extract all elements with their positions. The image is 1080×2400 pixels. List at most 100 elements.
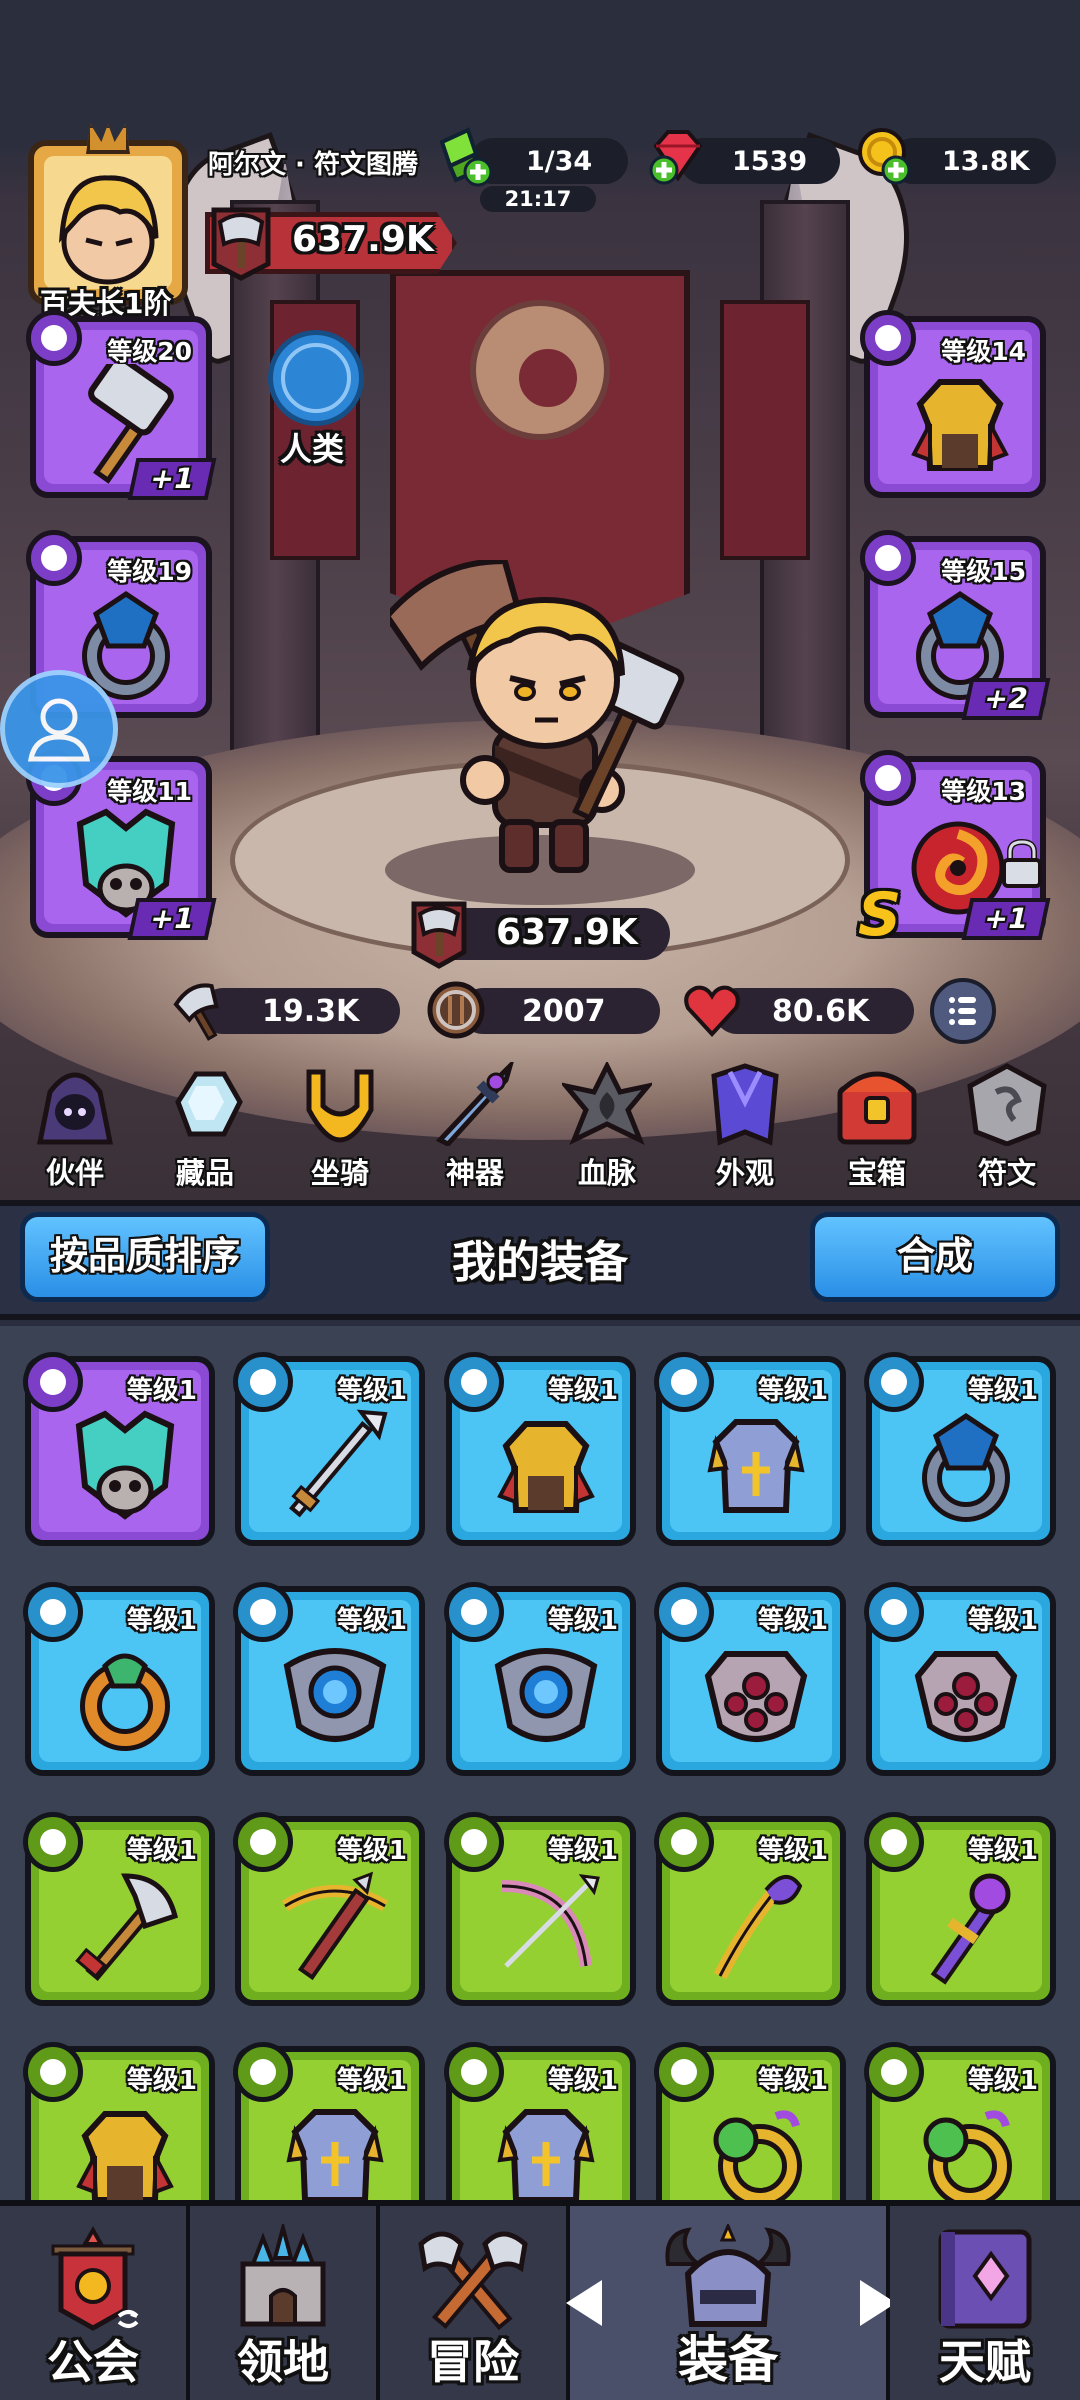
staff-icon xyxy=(713,1875,803,1980)
inventory-item[interactable]: 等级1 xyxy=(864,1582,1056,1776)
crossbow-icon xyxy=(281,1871,389,1981)
slot-level: 等级11 xyxy=(107,777,192,806)
item-type-icon xyxy=(23,2042,83,2102)
inventory-item[interactable]: 等级1 xyxy=(233,1812,425,2006)
inventory-item[interactable]: 等级1 xyxy=(654,2042,846,2200)
item-level: 等级1 xyxy=(757,1606,828,1636)
inventory-item[interactable]: 等级1 xyxy=(444,2042,636,2200)
weapon-type-icon xyxy=(26,310,82,366)
nav-tab-adventure[interactable]: 冒险 xyxy=(380,2206,570,2400)
amulet-pink-icon xyxy=(914,1651,1018,1742)
armor-silver-icon xyxy=(707,1419,805,1513)
inventory-item[interactable]: 等级1 xyxy=(444,1582,636,1776)
gold-plus-icon[interactable] xyxy=(852,124,916,188)
feature-artifact[interactable]: 神器 xyxy=(420,1057,530,1192)
item-level: 等级1 xyxy=(336,1376,407,1406)
inventory-item[interactable]: 等级1 xyxy=(864,1812,1056,2006)
inventory-grid: 等级1 等级1 等级1 等级1 等级1 等级1 等级1 等级1 等级1 等级1 等级1 等级1 等级1 等… xyxy=(0,1326,1080,2200)
item-type-icon xyxy=(654,2042,714,2102)
shield-icon xyxy=(427,981,485,1039)
slot-level: 等级19 xyxy=(107,557,192,586)
equip-slot-weapon[interactable]: 等级20 +1 xyxy=(26,310,217,500)
inventory-item[interactable]: 等级1 xyxy=(444,1812,636,2006)
power-axe-icon xyxy=(411,901,467,969)
lock-icon xyxy=(1002,838,1042,888)
feature-collection[interactable]: 藏品 xyxy=(150,1062,260,1192)
equip-slot-armor[interactable]: 等级14 xyxy=(860,310,1046,498)
feature-label: 宝箱 xyxy=(847,1156,906,1190)
nav-tab-talent[interactable]: 天赋 xyxy=(890,2206,1080,2400)
bow-icon xyxy=(501,1874,600,1968)
inventory-item[interactable]: 等级1 xyxy=(864,1352,1056,1546)
feature-bloodline[interactable]: 血脉 xyxy=(552,1060,662,1192)
feature-partner[interactable]: 伙伴 xyxy=(20,1062,130,1192)
inventory-item[interactable]: 等级1 xyxy=(654,1812,846,2006)
inventory-item[interactable]: 等级1 xyxy=(23,2042,215,2200)
slot-level: 等级13 xyxy=(941,777,1026,806)
inventory-item[interactable]: 等级1 xyxy=(233,1582,425,1776)
slot-bonus: +1 xyxy=(961,898,1051,940)
territory-icon xyxy=(240,2224,326,2327)
inventory-item[interactable]: 等级1 xyxy=(23,1812,215,2006)
item-type-icon xyxy=(23,1582,83,1642)
feature-mount[interactable]: 坐骑 xyxy=(285,1062,395,1192)
ring-dark-icon xyxy=(922,1412,1010,1522)
equip-slot-ring-2[interactable]: 等级15 +2 xyxy=(860,530,1051,720)
gem-plus-icon[interactable] xyxy=(644,124,708,188)
inventory-item[interactable]: 等级1 xyxy=(23,1352,215,1546)
item-level: 等级1 xyxy=(757,2066,828,2096)
item-type-icon xyxy=(444,1812,504,1872)
partner-icon xyxy=(36,1072,114,1145)
scene-curtain xyxy=(720,300,810,560)
race-label: 人类 xyxy=(280,430,345,468)
slot-level: 等级20 xyxy=(107,337,192,366)
list-icon xyxy=(949,997,976,1025)
feature-appearance[interactable]: 外观 xyxy=(690,1062,800,1192)
inventory-item[interactable]: 等级1 xyxy=(864,2042,1056,2200)
attack-axe-icon xyxy=(173,983,219,1041)
slot-bonus: +1 xyxy=(127,458,217,500)
item-type-icon xyxy=(444,2042,504,2102)
item-level: 等级1 xyxy=(547,2066,618,2096)
feature-chest[interactable]: 宝箱 xyxy=(822,1062,932,1192)
item-type-icon xyxy=(23,1812,83,1872)
item-type-icon xyxy=(864,1582,924,1642)
amulet-blue-icon xyxy=(283,1648,387,1742)
feature-label: 神器 xyxy=(445,1156,504,1190)
artifact-icon xyxy=(435,1057,516,1148)
necklace-type-icon xyxy=(860,750,916,806)
armor-gold-icon xyxy=(497,1421,595,1513)
item-level: 等级1 xyxy=(547,1376,618,1406)
item-type-icon xyxy=(233,1582,293,1642)
nav-tab-guild[interactable]: 公会 xyxy=(0,2206,190,2400)
merge-button[interactable]: 合成 xyxy=(810,1212,1060,1302)
inventory-item[interactable]: 等级1 xyxy=(654,1352,846,1546)
feature-rune[interactable]: 符文 xyxy=(952,1062,1062,1192)
inventory-item[interactable]: 等级1 xyxy=(23,1582,215,1776)
feature-label: 藏品 xyxy=(175,1156,234,1190)
scepter-icon xyxy=(930,1873,1011,1985)
hero-character[interactable] xyxy=(390,560,690,880)
inventory-item[interactable]: 等级1 xyxy=(233,2042,425,2200)
slot-bonus: +1 xyxy=(127,898,217,940)
profile-button[interactable] xyxy=(0,670,118,788)
feature-label: 坐骑 xyxy=(310,1156,369,1190)
energy-plus-icon[interactable] xyxy=(430,124,494,188)
nav-tab-territory[interactable]: 领地 xyxy=(190,2206,380,2400)
inventory-item[interactable]: 等级1 xyxy=(233,1352,425,1546)
nav-label: 天赋 xyxy=(939,2335,1031,2389)
stats-detail-button[interactable] xyxy=(930,978,996,1044)
axe-icon xyxy=(75,1873,178,1981)
inventory-item[interactable]: 等级1 xyxy=(444,1352,636,1546)
nav-tab-equipment[interactable]: 装备 xyxy=(570,2206,890,2400)
item-type-icon xyxy=(654,1812,714,1872)
race-icon[interactable] xyxy=(268,330,364,426)
player-avatar[interactable] xyxy=(28,140,188,305)
nav-label: 冒险 xyxy=(427,2335,519,2389)
item-level: 等级1 xyxy=(757,1376,828,1406)
inventory-item[interactable]: 等级1 xyxy=(654,1582,846,1776)
item-level: 等级1 xyxy=(126,1376,197,1406)
feature-label: 符文 xyxy=(977,1156,1036,1190)
item-level: 等级1 xyxy=(547,1836,618,1866)
amulet-pink-icon xyxy=(704,1651,808,1742)
